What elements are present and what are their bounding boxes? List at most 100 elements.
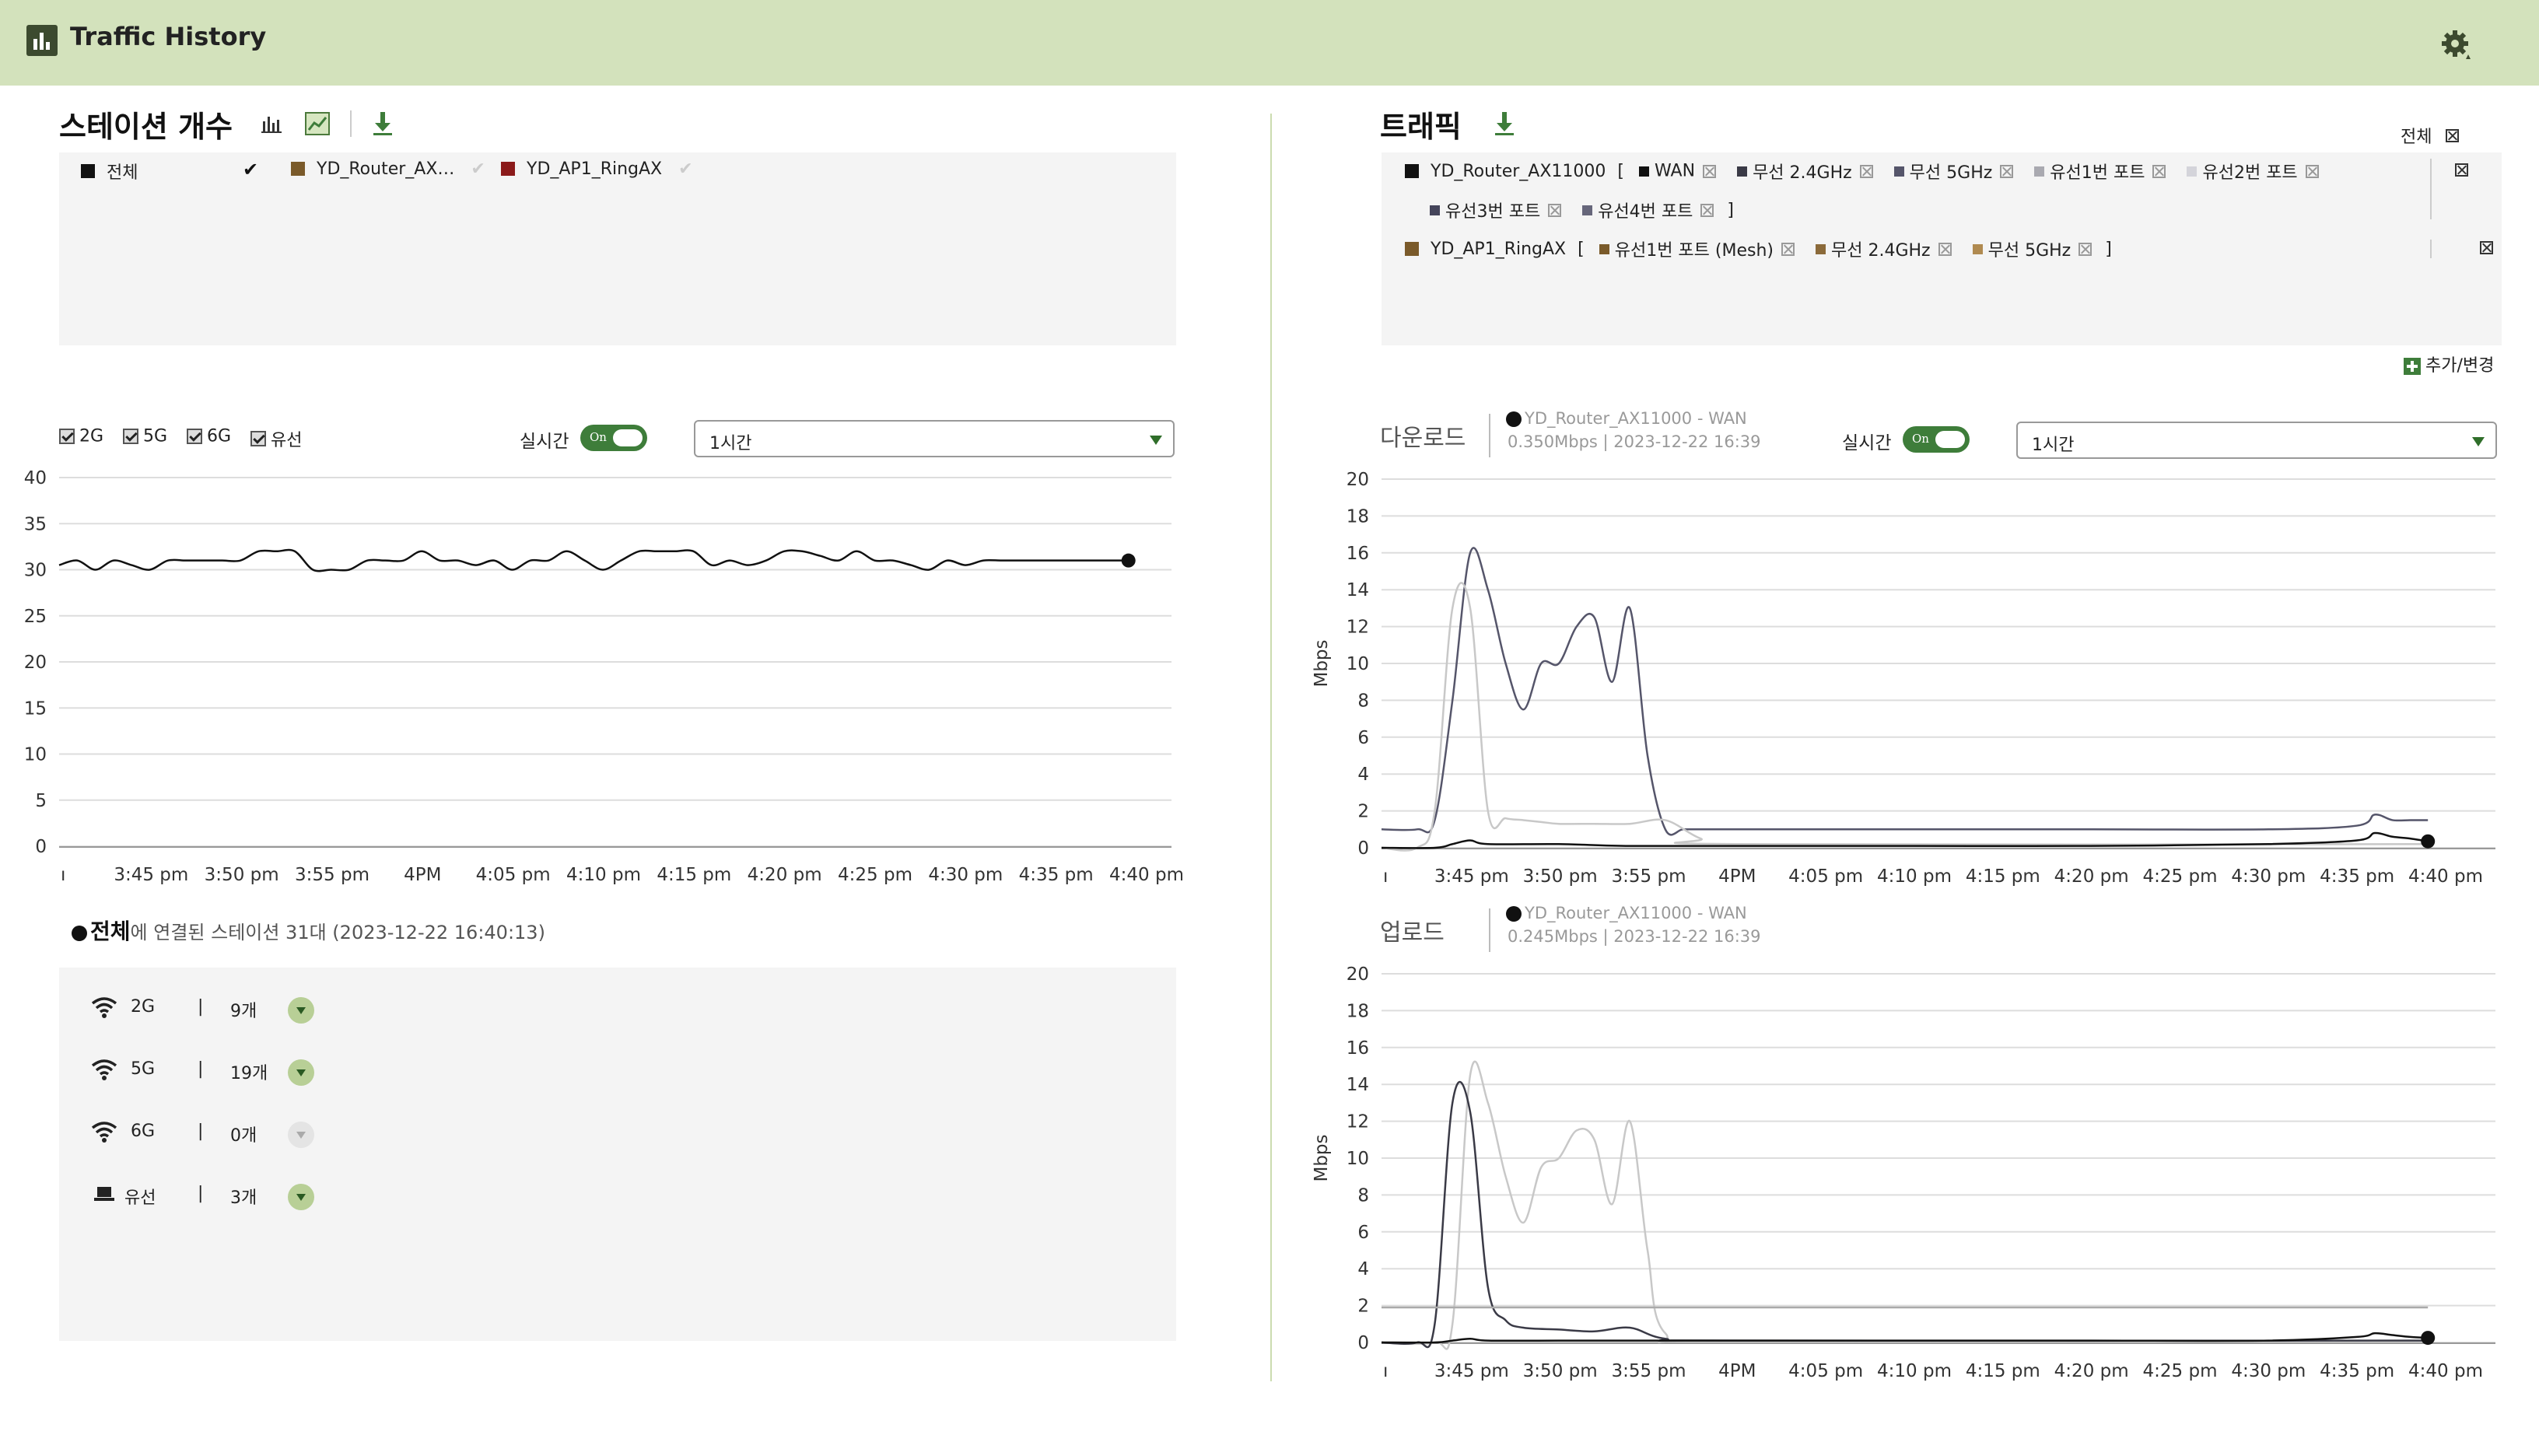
filter-6g-checkbox[interactable]: 6G [187, 426, 231, 446]
close-icon [1938, 242, 1952, 256]
device-name: YD_AP1_RingAX [1431, 239, 1567, 259]
current-point-marker [1121, 553, 1136, 568]
expand-button[interactable] [288, 1059, 314, 1086]
port-item[interactable]: WAN [1639, 161, 1717, 181]
legend-item-all[interactable]: 전체 [81, 159, 138, 184]
close-icon [1781, 242, 1795, 256]
y-tick-label: 6 [1357, 728, 1369, 748]
realtime-toggle[interactable]: On [1903, 426, 1970, 453]
close-icon [2446, 128, 2460, 142]
device-name: YD_Router_AX11000 [1431, 161, 1606, 181]
y-tick-label: 0 [1357, 838, 1369, 859]
head-separator [1489, 908, 1490, 952]
bar-chart-icon [26, 25, 58, 56]
panel-divider [1270, 114, 1272, 1381]
y-tick-label: 40 [24, 468, 47, 488]
head-separator [1489, 414, 1490, 457]
station-legend-panel: 전체 ✔ YD_Router_AX… ✔ YD_AP1_RingAX ✔ [59, 152, 1176, 345]
legend-label: YD_AP1_RingAX [527, 159, 663, 179]
band-label: 유선 [124, 1188, 156, 1208]
list-item: 6G | 0개 [59, 1117, 370, 1148]
toggle-knob [613, 429, 643, 446]
close-icon [2000, 164, 2014, 178]
wifi-icon [91, 1059, 117, 1080]
y-tick-label: 14 [1347, 580, 1369, 600]
filter-wired-checkbox[interactable]: 유선 [250, 426, 302, 451]
port-item[interactable]: 무선 5GHz [1893, 161, 2014, 183]
station-count: 3개 [230, 1188, 257, 1208]
x-tick-label: ı [1383, 1361, 1388, 1381]
y-tick-label: 16 [1347, 1038, 1369, 1059]
check-icon: ✔ [243, 159, 259, 180]
gear-icon[interactable] [2439, 28, 2474, 62]
realtime-toggle[interactable]: On [580, 425, 647, 451]
legend-item-ap1[interactable]: YD_AP1_RingAX ✔ [501, 159, 693, 179]
download-icon[interactable] [370, 110, 395, 137]
filter-label: 6G [207, 426, 232, 446]
port-item[interactable]: 유선2번 포트 [2187, 161, 2319, 183]
x-tick-label: 4:15 pm [657, 865, 731, 885]
add-change-button[interactable]: 추가/변경 [2404, 352, 2494, 376]
y-tick-label: 10 [1347, 1149, 1369, 1169]
wifi-icon [91, 1122, 117, 1143]
chevron-down-icon [2472, 437, 2485, 446]
download-icon[interactable] [1492, 110, 1517, 137]
range-select-value: 1시간 [709, 434, 752, 453]
separator: | [198, 1059, 204, 1079]
device-row-router-cont: 유선3번 포트 유선4번 포트 ] [1430, 198, 1734, 222]
app-title: Traffic History [70, 22, 267, 51]
legend-item-router[interactable]: YD_Router_AX… ✔ [291, 159, 485, 179]
y-tick-label: 4 [1357, 765, 1369, 785]
x-tick-label: 4:15 pm [1966, 866, 2040, 887]
plus-icon [2404, 358, 2421, 375]
current-point-marker [2421, 1331, 2436, 1346]
list-item: 5G | 19개 [59, 1055, 370, 1086]
y-tick-label: 25 [24, 607, 47, 627]
filter-2g-checkbox[interactable]: 2G [59, 426, 103, 446]
y-tick-label: 30 [24, 561, 47, 581]
toggle-text: On [590, 430, 607, 444]
bracket: [ [1617, 161, 1624, 181]
remove-device-ap1-icon[interactable] [2480, 241, 2494, 254]
y-tick-label: 35 [24, 514, 47, 534]
remove-device-router-icon[interactable] [2455, 163, 2468, 177]
port-item[interactable]: 유선1번 포트 [2034, 161, 2166, 183]
range-select[interactable]: 1시간 [694, 420, 1175, 457]
separator: | [198, 1122, 204, 1141]
traffic-title: 트래픽 [1380, 110, 1462, 144]
x-tick-label: ı [1383, 866, 1388, 887]
legend-label: 전체 [107, 163, 138, 183]
port-item[interactable]: 무선 5GHz [1972, 239, 2092, 261]
filter-5g-checkbox[interactable]: 5G [123, 426, 167, 446]
expand-button[interactable] [288, 997, 314, 1024]
port-item[interactable]: 무선 2.4GHz [1737, 161, 1873, 183]
row-separator [2430, 159, 2432, 219]
x-tick-label: ı [61, 865, 65, 885]
port-item[interactable]: 유선3번 포트 [1430, 200, 1562, 222]
traffic-legend-panel: YD_Router_AX11000 [ WAN 무선 2.4GHz 무선 5GH… [1382, 152, 2502, 345]
y-axis-label: Mbps [1312, 1134, 1332, 1181]
y-tick-label: 8 [1357, 1185, 1369, 1206]
port-item[interactable]: 유선1번 포트 (Mesh) [1599, 239, 1795, 261]
x-tick-label: 4PM [1718, 1361, 1756, 1381]
x-tick-label: 3:45 pm [114, 865, 188, 885]
y-tick-label: 2 [1357, 1297, 1369, 1317]
port-item[interactable]: 유선4번 포트 [1582, 200, 1714, 222]
line-chart-icon[interactable] [305, 112, 330, 135]
download-chart: 0 2 4 6 8 10 12 14 16 18 20 ı 3:45 pm 3:50 pm 3:55 pm 4… [1312, 470, 2495, 887]
all-toggle[interactable]: 전체 [2401, 123, 2460, 148]
check-icon: ✔ [471, 159, 485, 179]
y-tick-label: 0 [35, 837, 47, 857]
series-line [58, 548, 1129, 572]
bar-chart-icon[interactable] [260, 112, 283, 135]
range-select[interactable]: 1시간 [2016, 422, 2497, 459]
x-tick-label: 3:45 pm [1434, 1361, 1509, 1381]
x-tick-label: 4:10 pm [1877, 1361, 1952, 1381]
port-item[interactable]: 무선 2.4GHz [1816, 239, 1952, 261]
expand-button[interactable] [288, 1184, 314, 1210]
x-tick-label: 4:10 pm [1877, 866, 1952, 887]
legend-color-swatch [1405, 242, 1419, 256]
legend-color-swatch [291, 162, 305, 176]
y-tick-label: 20 [1347, 470, 1369, 490]
y-tick-label: 10 [24, 745, 47, 765]
